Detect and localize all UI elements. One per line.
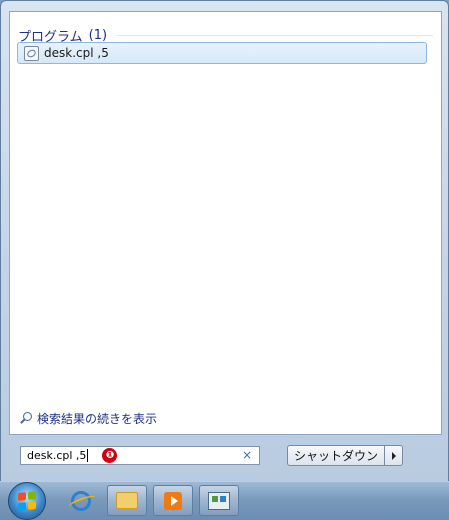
shutdown-group: シャットダウン [287,445,404,466]
control-panel-file-icon [24,45,39,61]
windows-flag-icon [18,491,36,511]
shutdown-button[interactable]: シャットダウン [287,445,386,466]
ie-icon [71,490,91,511]
search-icon [19,411,33,426]
media-player-icon [164,491,182,510]
control-panel-icon [208,491,230,510]
taskbar-internet-explorer[interactable] [61,485,101,516]
taskbar-media-player[interactable] [153,485,193,516]
see-more-results-link[interactable]: 検索結果の続きを表示 [19,410,157,427]
search-input[interactable]: desk.cpl ,5 ❶ × [20,446,260,465]
see-more-label: 検索結果の続きを表示 [37,412,158,426]
taskbar-explorer[interactable] [107,485,147,516]
folder-icon [116,492,138,509]
annotation-marker: ❶ [102,448,118,463]
shutdown-options-button[interactable] [385,445,404,466]
search-input-value: desk.cpl ,5 [27,449,89,462]
start-menu: プログラム (1) desk.cpl ,5 検索結果の続きを表示 desk.cp… [0,0,449,483]
triangle-right-icon [391,451,396,460]
group-count: (1) [88,27,108,43]
start-button[interactable] [8,482,46,520]
group-divider [117,34,433,36]
result-item-label: desk.cpl ,5 [44,46,109,60]
taskbar-control-panel[interactable] [199,485,239,516]
clear-search-button[interactable]: × [242,448,252,462]
result-item-desk-cpl[interactable]: desk.cpl ,5 [17,42,427,64]
search-results-panel: プログラム (1) [9,11,442,435]
